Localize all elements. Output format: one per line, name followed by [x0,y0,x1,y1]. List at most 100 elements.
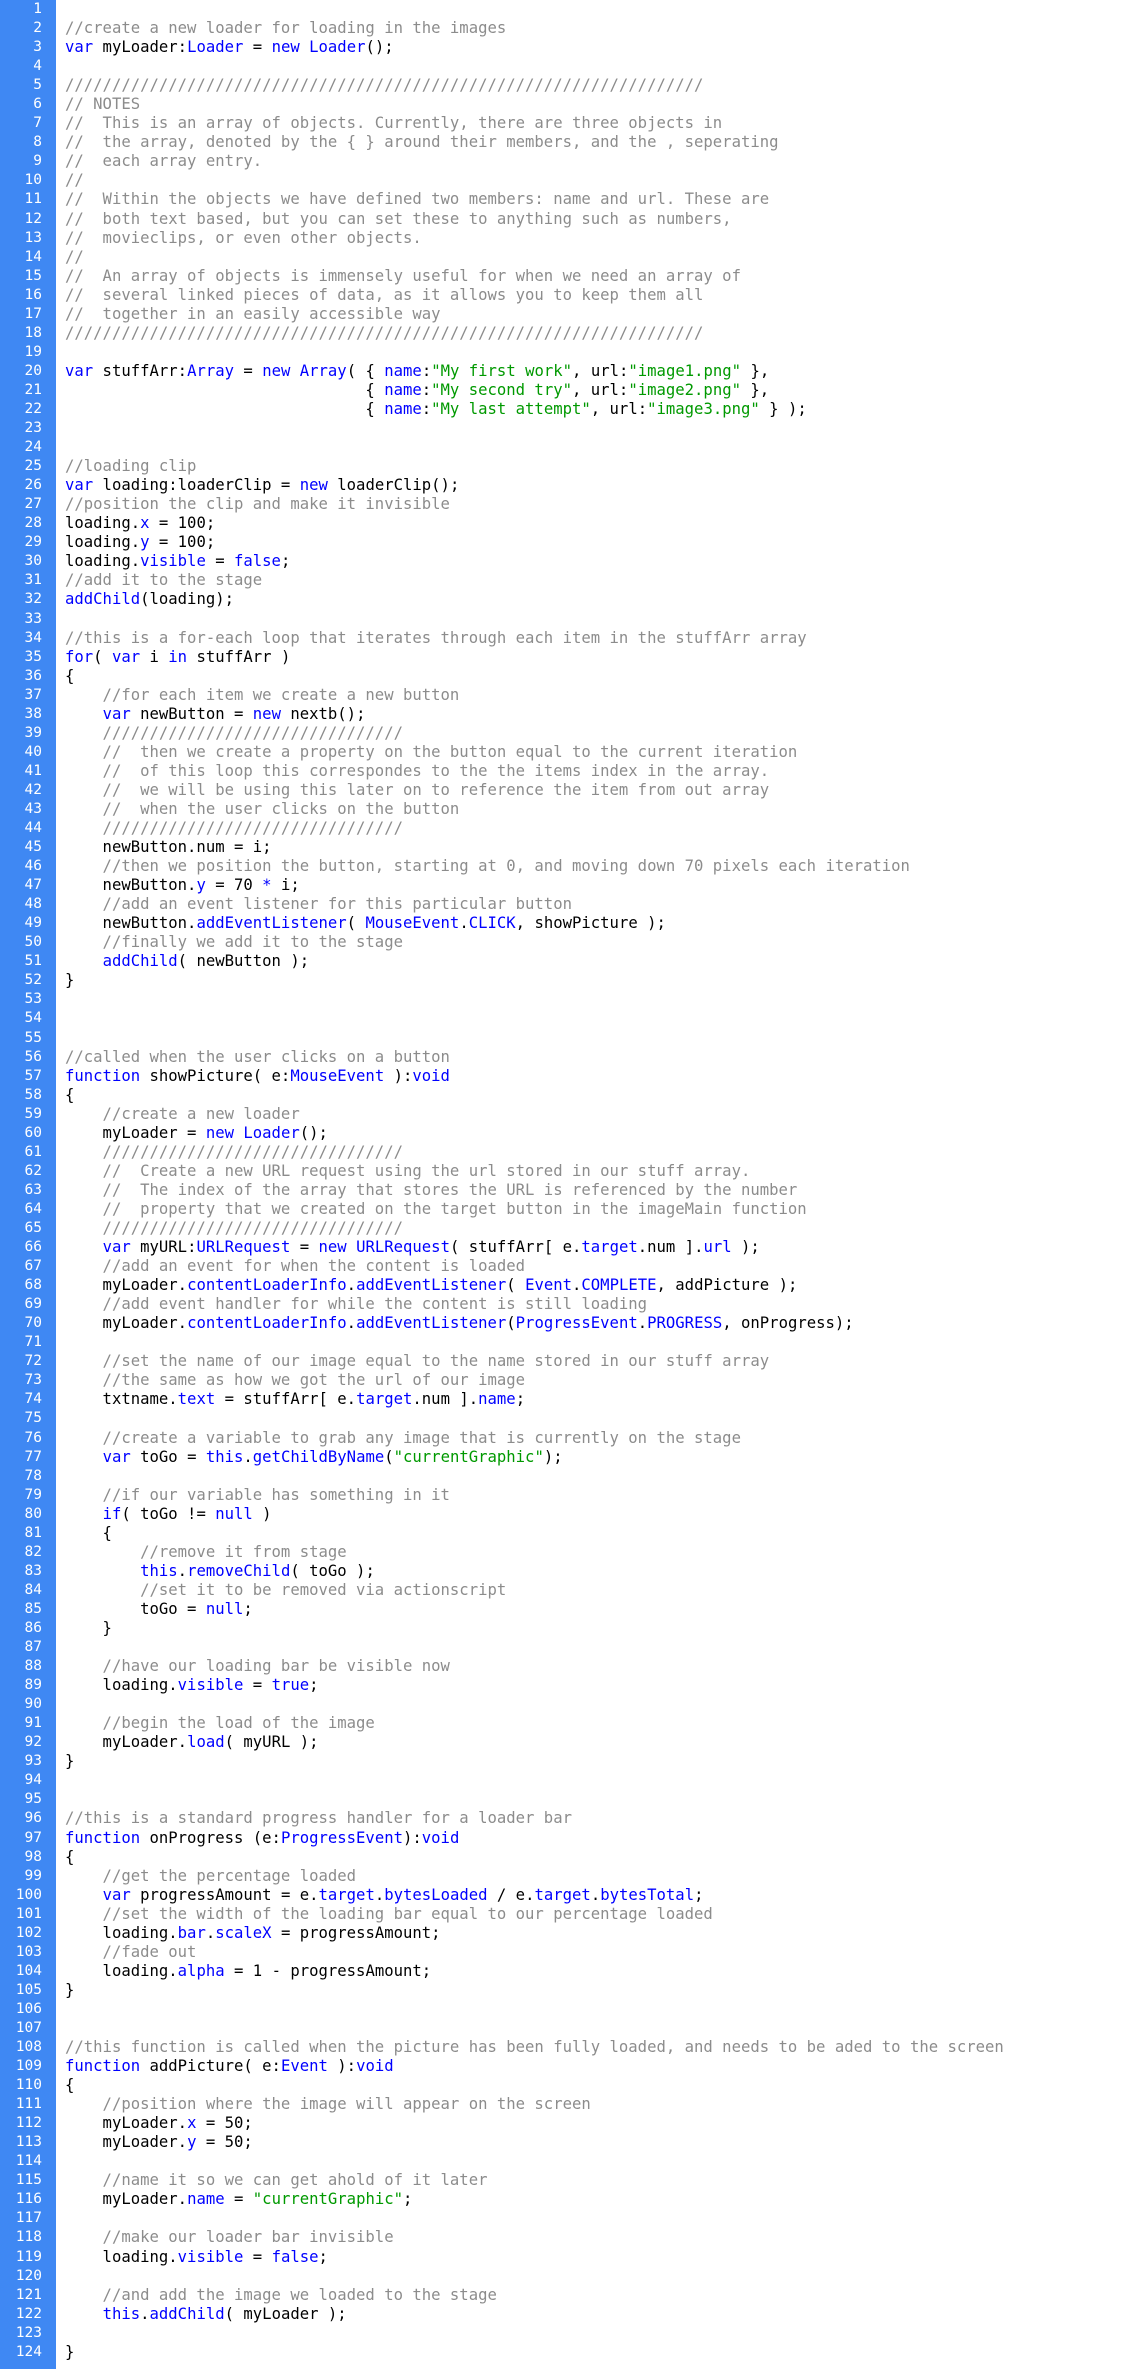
code-line[interactable]: 23 [0,419,1135,438]
code-line[interactable]: 70 myLoader.contentLoaderInfo.addEventLi… [0,1314,1135,1333]
code-line[interactable]: 59 //create a new loader [0,1105,1135,1124]
code-line[interactable]: 116 myLoader.name = "currentGraphic"; [0,2190,1135,2209]
code-line[interactable]: 41 // of this loop this correspondes to … [0,762,1135,781]
code-text[interactable]: // NOTES [65,95,140,114]
code-line[interactable]: 42 // we will be using this later on to … [0,781,1135,800]
code-text[interactable]: // An array of objects is immensely usef… [65,267,741,286]
code-text[interactable]: //position the clip and make it invisibl… [65,495,450,514]
code-text[interactable]: //and add the image we loaded to the sta… [65,2286,497,2305]
code-line[interactable]: 66 var myURL:URLRequest = new URLRequest… [0,1238,1135,1257]
code-line[interactable]: 65 //////////////////////////////// [0,1219,1135,1238]
code-text[interactable]: //position where the image will appear o… [65,2095,591,2114]
code-line[interactable]: 4 [0,57,1135,76]
code-text[interactable]: //this is a for-each loop that iterates … [65,629,807,648]
code-text[interactable]: // Within the objects we have defined tw… [65,190,769,209]
code-line[interactable]: 54 [0,1009,1135,1028]
code-text[interactable]: ////////////////////////////////////////… [65,76,703,95]
code-text[interactable]: //remove it from stage [65,1543,347,1562]
code-line[interactable]: 9 // each array entry. [0,152,1135,171]
code-line[interactable]: 95 [0,1790,1135,1809]
code-text[interactable]: ////////////////////////////////////////… [65,324,703,343]
code-line[interactable]: 16 // several linked pieces of data, as i… [0,286,1135,305]
code-line[interactable]: 96 //this is a standard progress handler … [0,1809,1135,1828]
code-line[interactable]: 13 // movieclips, or even other objects. [0,229,1135,248]
code-text[interactable]: // together in an easily accessible way [65,305,441,324]
code-text[interactable]: //////////////////////////////// [65,724,403,743]
code-text[interactable]: } [65,971,74,990]
code-line[interactable]: 122 this.addChild( myLoader ); [0,2305,1135,2324]
code-text[interactable]: //if our variable has something in it [65,1486,450,1505]
code-text[interactable]: //////////////////////////////// [65,1219,403,1238]
code-line[interactable]: 60 myLoader = new Loader(); [0,1124,1135,1143]
code-text[interactable]: //the same as how we got the url of our … [65,1371,525,1390]
code-text[interactable]: //////////////////////////////// [65,1143,403,1162]
code-line[interactable]: 84 //set it to be removed via actionscri… [0,1581,1135,1600]
code-line[interactable]: 100 var progressAmount = e.target.bytesL… [0,1886,1135,1905]
code-text[interactable]: //create a new loader [65,1105,300,1124]
code-line[interactable]: 49 newButton.addEventListener( MouseEven… [0,914,1135,933]
code-text[interactable]: //loading clip [65,457,196,476]
code-text[interactable]: newButton.addEventListener( MouseEvent.C… [65,914,666,933]
code-line[interactable]: 68 myLoader.contentLoaderInfo.addEventLi… [0,1276,1135,1295]
code-line[interactable]: 61 //////////////////////////////// [0,1143,1135,1162]
code-line[interactable]: 11 // Within the objects we have defined … [0,190,1135,209]
code-text[interactable]: //create a new loader for loading in the… [65,19,506,38]
code-text[interactable]: var myLoader:Loader = new Loader(); [65,38,394,57]
code-line[interactable]: 18 //////////////////////////////////////… [0,324,1135,343]
code-text[interactable]: } [65,2343,74,2362]
code-text[interactable]: for( var i in stuffArr ) [65,648,290,667]
code-line[interactable]: 3 var myLoader:Loader = new Loader(); [0,38,1135,57]
code-text[interactable]: //for each item we create a new button [65,686,460,705]
code-line[interactable]: 76 //create a variable to grab any image… [0,1429,1135,1448]
code-line[interactable]: 38 var newButton = new nextb(); [0,705,1135,724]
code-line[interactable]: 111 //position where the image will appe… [0,2095,1135,2114]
code-text[interactable]: //called when the user clicks on a butto… [65,1048,450,1067]
code-text[interactable]: // The index of the array that stores th… [65,1181,798,1200]
code-text[interactable]: // then we create a property on the butt… [65,743,798,762]
code-line[interactable]: 92 myLoader.load( myURL ); [0,1733,1135,1752]
code-text[interactable]: // of this loop this correspondes to the… [65,762,770,781]
code-text[interactable]: //fade out [65,1943,197,1962]
code-text[interactable]: addChild(loading); [65,590,234,609]
code-text[interactable]: } [65,1752,74,1771]
code-line[interactable]: 79 //if our variable has something in it [0,1486,1135,1505]
code-text[interactable]: newButton.y = 70 * i; [65,876,300,895]
code-line[interactable]: 112 myLoader.x = 50; [0,2114,1135,2133]
code-line[interactable]: 78 [0,1467,1135,1486]
code-line[interactable]: 21 { name:"My second try", url:"image2.p… [0,381,1135,400]
code-text[interactable]: var progressAmount = e.target.bytesLoade… [65,1886,704,1905]
code-line[interactable]: 82 //remove it from stage [0,1543,1135,1562]
code-line[interactable]: 98 { [0,1848,1135,1867]
code-line[interactable]: 17 // together in an easily accessible wa… [0,305,1135,324]
code-text[interactable]: loading.alpha = 1 - progressAmount; [65,1962,432,1981]
code-line[interactable]: 113 myLoader.y = 50; [0,2133,1135,2152]
code-line[interactable]: 89 loading.visible = true; [0,1676,1135,1695]
code-line[interactable]: 80 if( toGo != null ) [0,1505,1135,1524]
code-line[interactable]: 87 [0,1638,1135,1657]
code-line[interactable]: 104 loading.alpha = 1 - progressAmount; [0,1962,1135,1981]
code-line[interactable]: 1 [0,0,1135,19]
code-line[interactable]: 44 //////////////////////////////// [0,819,1135,838]
code-text[interactable]: myLoader.x = 50; [65,2114,253,2133]
code-line[interactable]: 48 //add an event listener for this part… [0,895,1135,914]
code-line[interactable]: 63 // The index of the array that stores… [0,1181,1135,1200]
code-line[interactable]: 22 { name:"My last attempt", url:"image3… [0,400,1135,419]
code-line[interactable]: 103 //fade out [0,1943,1135,1962]
code-line[interactable]: 29 loading.y = 100; [0,533,1135,552]
code-line[interactable]: 45 newButton.num = i; [0,838,1135,857]
code-line[interactable]: 77 var toGo = this.getChildByName("curre… [0,1448,1135,1467]
code-line[interactable]: 109 function addPicture( e:Event ):void [0,2057,1135,2076]
code-text[interactable]: //finally we add it to the stage [65,933,403,952]
code-text[interactable]: this.removeChild( toGo ); [65,1562,375,1581]
code-line[interactable]: 107 [0,2019,1135,2038]
code-text[interactable]: function addPicture( e:Event ):void [65,2057,394,2076]
code-line[interactable]: 120 [0,2267,1135,2286]
code-text[interactable]: //get the percentage loaded [65,1867,357,1886]
code-text[interactable]: // property that we created on the targe… [65,1200,807,1219]
code-text[interactable]: { [65,1086,74,1105]
code-text[interactable]: function showPicture( e:MouseEvent ):voi… [65,1067,450,1086]
code-text[interactable]: this.addChild( myLoader ); [65,2305,347,2324]
code-line[interactable]: 119 loading.visible = false; [0,2248,1135,2267]
code-line[interactable]: 86 } [0,1619,1135,1638]
code-text[interactable]: //this function is called when the pictu… [65,2038,1004,2057]
